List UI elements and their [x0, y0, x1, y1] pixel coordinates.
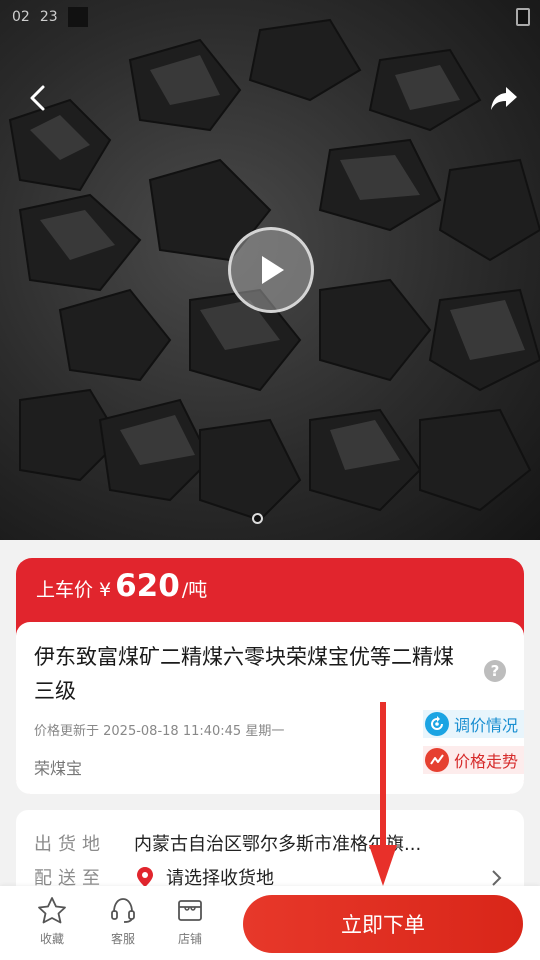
carousel-indicator [252, 513, 263, 524]
price-adjust-label: 调价情况 [453, 716, 518, 735]
chevron-left-icon [30, 85, 45, 111]
status-time: 02 [12, 9, 30, 25]
trend-chart-icon [424, 748, 449, 772]
origin-row: 出货地 内蒙古自治区鄂尔多斯市准格尔旗... [34, 830, 421, 856]
status-bar: 02 23 [12, 6, 88, 28]
price-card: 上车价 ¥ 620 /吨 伊东致富煤矿二精煤六零块荣煤宝优等二精煤三级 ? 价格… [16, 558, 524, 794]
help-icon[interactable]: ? [484, 660, 506, 682]
price-label: 上车价 [36, 579, 94, 601]
annotation-arrow-icon [369, 702, 397, 886]
shop-button[interactable]: 店铺 [165, 896, 215, 947]
currency-symbol: ¥ [99, 579, 112, 601]
price-adjust-button[interactable]: 调价情况 [422, 710, 524, 738]
battery-icon [516, 8, 530, 26]
location-pin-icon [137, 867, 153, 887]
bottom-action-bar: 收藏 客服 店铺 立即下单 [0, 886, 540, 960]
share-button[interactable] [484, 78, 524, 118]
back-button[interactable] [18, 78, 58, 118]
price-bar: 上车价 ¥ 620 /吨 [16, 558, 524, 626]
brand-name: 荣煤宝 [34, 759, 83, 778]
product-media[interactable]: 02 23 [0, 0, 540, 540]
order-now-button[interactable]: 立即下单 [243, 895, 523, 953]
share-arrow-icon [491, 87, 517, 110]
favorite-label: 收藏 [39, 932, 64, 946]
refresh-icon [424, 712, 449, 736]
shop-label: 店铺 [177, 932, 202, 946]
status-icon [67, 7, 88, 27]
play-icon [262, 256, 284, 284]
store-icon [178, 900, 202, 921]
customer-service-button[interactable]: 客服 [98, 896, 148, 947]
status-extra: 23 [39, 9, 58, 25]
favorite-button[interactable]: 收藏 [27, 896, 77, 947]
play-video-button[interactable] [228, 227, 314, 313]
service-label: 客服 [110, 932, 135, 946]
chevron-right-icon[interactable] [490, 868, 502, 888]
price-updated-time: 价格更新于 2025-08-18 11:40:45 星期一 [34, 724, 285, 739]
star-icon [38, 897, 66, 924]
price-trend-button[interactable]: 价格走势 [422, 746, 524, 774]
headset-icon [111, 898, 135, 923]
price-unit: /吨 [181, 579, 208, 601]
origin-label: 出货地 [34, 834, 106, 855]
price-value: 620 [115, 568, 180, 604]
price-trend-label: 价格走势 [453, 752, 518, 771]
product-title: 伊东致富煤矿二精煤六零块荣煤宝优等二精煤三级 [34, 645, 454, 703]
product-info: 伊东致富煤矿二精煤六零块荣煤宝优等二精煤三级 ? 价格更新于 2025-08-1… [16, 622, 524, 794]
